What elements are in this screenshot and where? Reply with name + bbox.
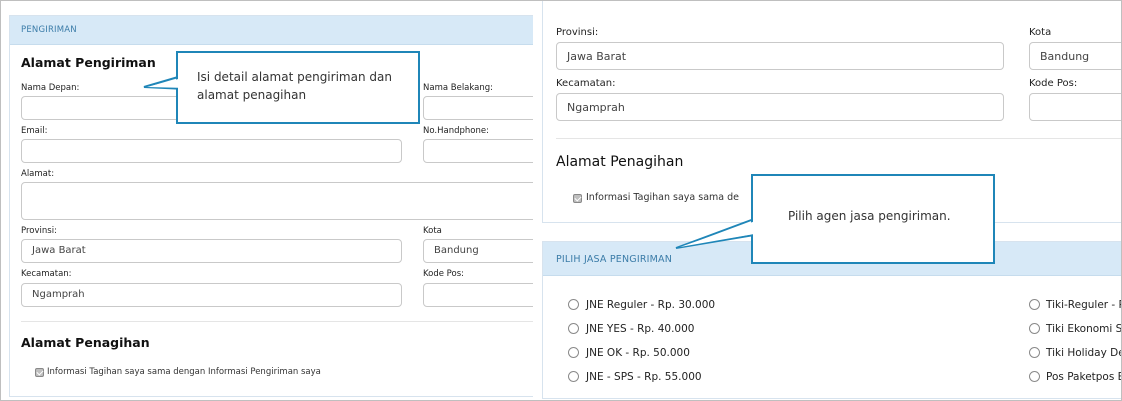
- option-jne-yes-label: JNE YES - Rp. 40.000: [586, 323, 695, 335]
- shipping-card-header: PENGIRIMAN: [10, 16, 533, 45]
- postal-code-label-r: Kode Pos:: [1029, 78, 1078, 89]
- shipping-header-title: PENGIRIMAN: [21, 25, 77, 35]
- radio-jne-yes[interactable]: [568, 323, 579, 334]
- option-tiki-holiday-label: Tiki Holiday Del: [1046, 347, 1122, 359]
- shipping-form-panel: PENGIRIMAN Alamat Pengiriman Nama Depan:…: [9, 1, 533, 400]
- option-jne-ok-label: JNE OK - Rp. 50.000: [586, 347, 690, 359]
- screenshot-frame: PENGIRIMAN Alamat Pengiriman Nama Depan:…: [0, 0, 1122, 401]
- radio-jne-ok[interactable]: [568, 347, 579, 358]
- district-label-r: Kecamatan:: [556, 78, 616, 89]
- postal-code-label: Kode Pos:: [423, 269, 464, 279]
- option-jne-reguler-label: JNE Reguler - Rp. 30.000: [586, 299, 716, 311]
- billing-same-label: Informasi Tagihan saya sama dengan Infor…: [47, 367, 321, 377]
- radio-pos-paketpos[interactable]: [1029, 371, 1040, 382]
- email-input[interactable]: [21, 139, 402, 163]
- shipping-method-panel: Provinsi: Jawa Barat Kota Bandung Kecama…: [542, 1, 1122, 400]
- district-select-r[interactable]: Ngamprah: [556, 93, 1004, 121]
- shipping-info-callout: Isi detail alamat pengiriman dan alamat …: [176, 51, 420, 124]
- city-label: Kota: [423, 226, 442, 236]
- shipping-address-title: Alamat Pengiriman: [21, 55, 156, 70]
- billing-same-checkbox-r[interactable]: [573, 194, 582, 203]
- option-pos-paketpos-label: Pos Paketpos B: [1046, 371, 1122, 383]
- province-label: Provinsi:: [21, 226, 57, 236]
- postal-code-input-r[interactable]: [1029, 93, 1121, 121]
- province-select[interactable]: Jawa Barat: [21, 239, 402, 263]
- phone-input[interactable]: [423, 139, 533, 163]
- option-tiki-reguler-label: Tiki-Reguler - R: [1046, 299, 1122, 311]
- phone-label: No.Handphone:: [423, 126, 489, 136]
- section-divider-r: [556, 138, 1121, 139]
- billing-same-checkbox[interactable]: [35, 368, 44, 377]
- shipping-callout-pointer-mask: [680, 220, 757, 247]
- shipping-method-title: PILIH JASA PENGIRIMAN: [556, 254, 673, 265]
- email-label: Email:: [21, 126, 48, 136]
- radio-jne-sps[interactable]: [568, 371, 579, 382]
- option-tiki-ekonomi-label: Tiki Ekonomi Se: [1046, 323, 1122, 335]
- shipping-method-callout: Pilih agen jasa pengiriman.: [751, 174, 995, 264]
- last-name-label: Nama Belakang:: [423, 83, 494, 93]
- city-select[interactable]: Bandung: [423, 239, 533, 263]
- last-name-input[interactable]: [423, 96, 533, 120]
- radio-jne-reguler[interactable]: [568, 299, 579, 310]
- province-select-r[interactable]: Jawa Barat: [556, 42, 1004, 70]
- province-label-r: Provinsi:: [556, 27, 599, 38]
- city-label-r: Kota: [1029, 27, 1052, 38]
- postal-code-input[interactable]: [423, 283, 533, 307]
- first-name-label: Nama Depan:: [21, 83, 80, 93]
- shipping-method-callout-text: Pilih agen jasa pengiriman.: [788, 209, 951, 223]
- radio-tiki-holiday[interactable]: [1029, 347, 1040, 358]
- district-label: Kecamatan:: [21, 269, 72, 279]
- shipping-callout-text: Isi detail alamat pengiriman dan alamat …: [197, 70, 392, 102]
- address-label: Alamat:: [21, 169, 55, 179]
- district-select[interactable]: Ngamprah: [21, 283, 402, 307]
- city-select-r[interactable]: Bandung: [1029, 42, 1121, 70]
- option-jne-sps-label: JNE - SPS - Rp. 55.000: [586, 371, 702, 383]
- callout-pointer-mask: [147, 76, 188, 88]
- billing-address-title-r: Alamat Penagihan: [556, 154, 684, 170]
- radio-tiki-ekonomi[interactable]: [1029, 323, 1040, 334]
- address-textarea[interactable]: [21, 182, 533, 220]
- screenshot-gap: [533, 1, 542, 400]
- section-divider: [21, 321, 533, 322]
- radio-tiki-reguler[interactable]: [1029, 299, 1040, 310]
- billing-address-title: Alamat Penagihan: [21, 335, 150, 350]
